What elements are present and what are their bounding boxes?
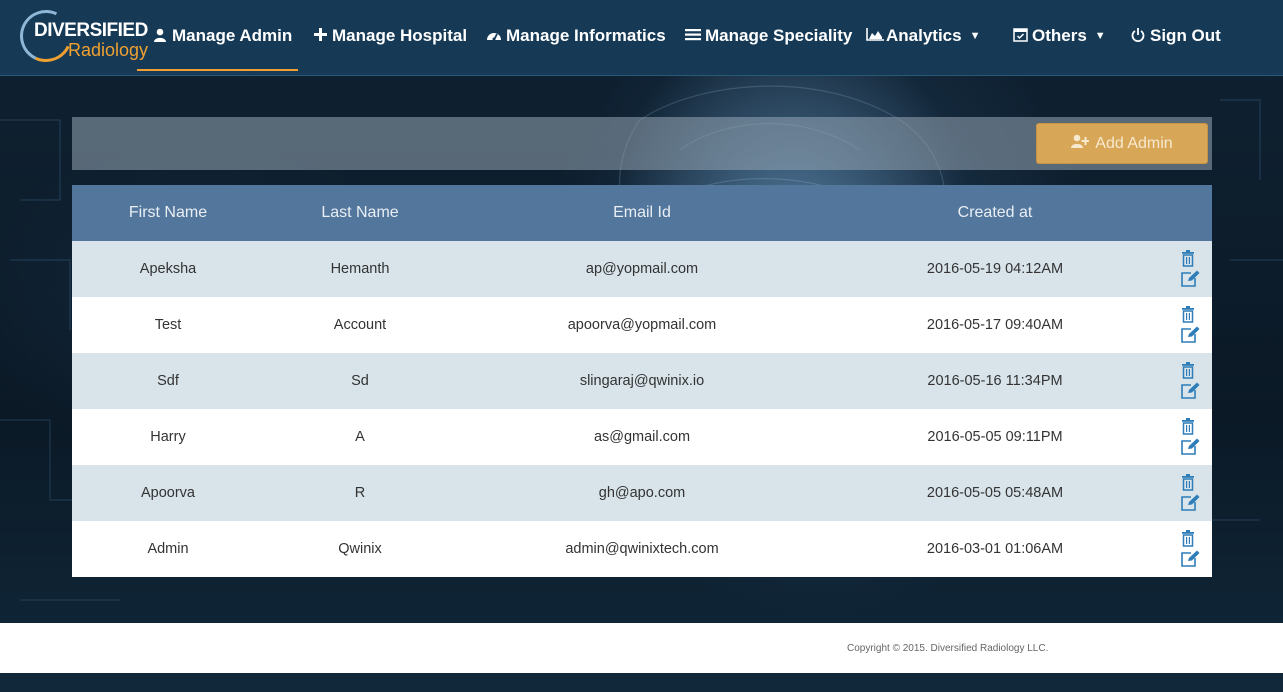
user-icon — [152, 28, 168, 45]
nav-label: Sign Out — [1150, 26, 1221, 45]
area-chart-icon — [866, 28, 884, 44]
edit-icon[interactable] — [1180, 326, 1200, 344]
diversified-radiology-logo[interactable]: DIVERSIFIED Radiology — [12, 2, 152, 70]
cell-email: apoorva@yopmail.com — [567, 317, 717, 333]
edit-icon[interactable] — [1180, 270, 1200, 288]
cell-email: gh@apo.com — [598, 485, 686, 501]
cell-last-name: Account — [333, 317, 387, 333]
trash-icon[interactable] — [1180, 362, 1200, 380]
table-row: Admin Qwinix admin@qwinixtech.com 2016-03-0… — [72, 521, 1212, 577]
column-header-email[interactable]: Email Id — [456, 204, 828, 222]
cell-first-name: Sdf — [157, 373, 179, 389]
trash-icon[interactable] — [1180, 306, 1200, 324]
footer: Copyright © 2015. Diversified Radiology … — [0, 623, 1283, 673]
nav-label: Analytics — [886, 26, 962, 45]
active-nav-indicator — [137, 69, 298, 71]
trash-icon[interactable] — [1180, 250, 1200, 268]
table-body: Apeksha Hemanth ap@yopmail.com 2016-05-19 0… — [72, 241, 1212, 577]
edit-icon[interactable] — [1180, 382, 1200, 400]
nav-label: Manage Informatics — [506, 26, 666, 45]
cell-last-name: Hemanth — [330, 261, 390, 277]
cell-email: ap@yopmail.com — [585, 261, 699, 277]
cell-last-name: A — [355, 429, 365, 445]
logo-text-line1: DIVERSIFIED — [34, 20, 148, 41]
table-header: First Name Last Name Email Id Created at — [72, 185, 1212, 241]
trash-icon[interactable] — [1180, 418, 1200, 436]
admin-toolbar: Add Admin — [72, 117, 1212, 170]
logo-text-line2: Radiology — [68, 40, 149, 60]
nav-label: Manage Hospital — [332, 26, 468, 45]
nav-label: Others — [1032, 26, 1087, 45]
cell-actions — [1162, 297, 1212, 353]
nav-manage-speciality[interactable]: Manage Speciality — [685, 0, 852, 72]
cell-created-at: 2016-05-19 04:12AM — [926, 261, 1064, 277]
cell-first-name: Apeksha — [139, 261, 197, 277]
dashboard-icon — [486, 28, 502, 44]
column-header-first-name[interactable]: First Name — [72, 204, 264, 222]
trash-icon[interactable] — [1180, 530, 1200, 548]
column-header-created-at[interactable]: Created at — [828, 204, 1162, 222]
table-row: Harry Aas@gmail.com 2016-05-05 09:11PM — [72, 409, 1212, 465]
power-icon — [1130, 27, 1146, 45]
cell-created-at: 2016-05-05 05:48AM — [926, 485, 1064, 501]
cell-first-name: Harry — [150, 429, 186, 445]
cell-email: admin@qwinixtech.com — [565, 541, 719, 557]
cell-created-at: 2016-05-05 09:11PM — [927, 429, 1063, 445]
column-header-actions — [1162, 185, 1212, 241]
cell-created-at: 2016-05-17 09:40AM — [926, 317, 1064, 333]
cell-first-name: Admin — [147, 541, 189, 557]
cell-actions — [1162, 353, 1212, 409]
list-icon — [685, 28, 701, 44]
cell-created-at: 2016-03-01 01:06AM — [926, 541, 1064, 557]
cell-first-name: Test — [154, 317, 182, 333]
cell-first-name: Apoorva — [140, 485, 195, 501]
table-row: Sdf Sd slingaraj@qwinix.io 2016-05-16 11:34… — [72, 353, 1212, 409]
nav-label: Manage Speciality — [705, 26, 853, 45]
cell-last-name: Sd — [351, 373, 369, 389]
nav-label: Manage Admin — [172, 26, 293, 45]
cell-actions — [1162, 465, 1212, 521]
table-row: Apeksha Hemanth ap@yopmail.com 2016-05-19 0… — [72, 241, 1212, 297]
cell-actions — [1162, 409, 1212, 465]
cell-created-at: 2016-05-16 11:34PM — [927, 373, 1063, 389]
add-admin-button[interactable]: Add Admin — [1036, 123, 1208, 164]
nav-sign-out[interactable]: Sign Out — [1130, 0, 1221, 72]
nav-manage-hospital[interactable]: Manage Hospital — [312, 0, 467, 72]
cell-last-name: R — [354, 485, 366, 501]
nav-manage-informatics[interactable]: Manage Informatics — [486, 0, 666, 72]
edit-icon[interactable] — [1180, 550, 1200, 568]
cell-email: as@gmail.com — [593, 429, 691, 445]
edit-icon[interactable] — [1180, 494, 1200, 512]
caret-down-icon: ▼ — [969, 30, 981, 42]
calendar-check-icon — [1012, 27, 1028, 45]
admin-table: First Name Last Name Email Id Created at… — [72, 185, 1212, 577]
nav-analytics-dropdown[interactable]: Analytics ▼ — [866, 0, 980, 72]
user-plus-icon — [1071, 134, 1090, 153]
cell-last-name: Qwinix — [338, 541, 382, 557]
nav-others-dropdown[interactable]: Others ▼ — [1012, 0, 1106, 72]
caret-down-icon: ▼ — [1094, 30, 1106, 42]
column-header-last-name[interactable]: Last Name — [264, 204, 456, 222]
table-row: Apoorva Rgh@apo.com 2016-05-05 05:48AM — [72, 465, 1212, 521]
cell-actions — [1162, 241, 1212, 297]
table-row: Test Account apoorva@yopmail.com 2016-05-17… — [72, 297, 1212, 353]
cell-actions — [1162, 521, 1212, 577]
top-navbar: DIVERSIFIED Radiology Manage Admin Manag… — [0, 0, 1283, 76]
copyright-text: Copyright © 2015. Diversified Radiology … — [847, 643, 1049, 654]
edit-icon[interactable] — [1180, 438, 1200, 456]
nav-manage-admin[interactable]: Manage Admin — [152, 0, 292, 72]
cell-email: slingaraj@qwinix.io — [579, 373, 705, 389]
add-admin-label: Add Admin — [1095, 134, 1173, 152]
plus-icon — [312, 28, 328, 44]
trash-icon[interactable] — [1180, 474, 1200, 492]
